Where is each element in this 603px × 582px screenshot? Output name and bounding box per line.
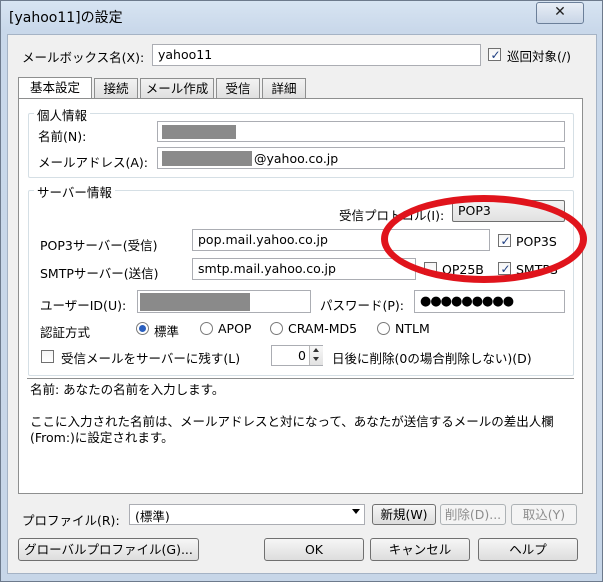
auth-label: 認証方式 bbox=[40, 325, 91, 340]
email-domain: @yahoo.co.jp bbox=[254, 151, 339, 166]
profile-dropdown[interactable]: (標準) bbox=[129, 504, 365, 525]
userid-label: ユーザーID(U): bbox=[40, 298, 127, 313]
ok-button[interactable]: OK bbox=[264, 538, 364, 561]
stepper-up-icon[interactable] bbox=[313, 348, 319, 352]
profile-label: プロファイル(R): bbox=[22, 513, 120, 528]
auth-option-ntlm: NTLM bbox=[395, 321, 430, 336]
description-line-2: ここに入力された名前は、メールアドレスと対になって、あなたが送信するメールの差出… bbox=[30, 414, 554, 429]
window-title: [yahoo11]の設定 bbox=[9, 10, 123, 26]
smtp-server-input[interactable]: smtp.mail.yahoo.co.jp bbox=[192, 258, 416, 280]
redacted-email-user bbox=[162, 151, 252, 166]
redacted-name bbox=[162, 125, 236, 139]
tab-connection[interactable]: 接続 bbox=[94, 78, 138, 98]
import-profile-button[interactable]: 取込(Y) bbox=[511, 504, 577, 525]
auth-option-apop: APOP bbox=[218, 321, 252, 336]
tab-receive[interactable]: 受信 bbox=[216, 78, 260, 98]
patrol-checkbox[interactable]: ✓ bbox=[488, 48, 501, 61]
smtp-server-label: SMTPサーバー(送信) bbox=[40, 266, 159, 281]
password-label: パスワード(P): bbox=[320, 298, 405, 313]
personal-info-title: 個人情報 bbox=[34, 105, 91, 124]
tab-basic[interactable]: 基本設定 bbox=[18, 77, 92, 99]
mailbox-name-label: メールボックス名(X): bbox=[22, 50, 145, 65]
auth-radio-apop[interactable] bbox=[200, 322, 213, 335]
title-bar: [yahoo11]の設定 ✕ bbox=[1, 1, 602, 31]
userid-input[interactable] bbox=[137, 290, 311, 313]
auth-radio-cram-md5[interactable] bbox=[270, 322, 283, 335]
days-stepper[interactable] bbox=[309, 346, 323, 365]
redacted-userid bbox=[140, 293, 250, 311]
leave-on-server-checkbox[interactable] bbox=[41, 350, 54, 363]
stepper-down-icon[interactable] bbox=[313, 357, 319, 361]
tab-details[interactable]: 詳細 bbox=[262, 78, 306, 98]
global-profile-button[interactable]: グローバルプロファイル(G)... bbox=[18, 538, 199, 561]
delete-profile-button[interactable]: 削除(D)... bbox=[440, 504, 506, 525]
profile-value: (標準) bbox=[135, 509, 170, 524]
email-input[interactable]: @yahoo.co.jp bbox=[157, 147, 565, 169]
auth-option-standard: 標準 bbox=[154, 324, 180, 339]
auth-option-cram-md5: CRAM-MD5 bbox=[288, 321, 358, 336]
pop3-server-label: POP3サーバー(受信) bbox=[40, 238, 158, 253]
email-label: メールアドレス(A): bbox=[38, 155, 149, 170]
tab-compose[interactable]: メール作成 bbox=[140, 78, 214, 98]
auth-radio-ntlm[interactable] bbox=[377, 322, 390, 335]
leave-on-server-label: 受信メールをサーバーに残す(L) bbox=[61, 351, 241, 366]
help-description: 名前: あなたの名前を入力します。 ここに入力された名前は、メールアドレスと対に… bbox=[27, 378, 574, 491]
annotation-circle bbox=[381, 195, 587, 283]
close-icon: ✕ bbox=[554, 4, 566, 20]
server-info-title: サーバー情報 bbox=[34, 182, 115, 201]
patrol-label: 巡回対象(/) bbox=[507, 49, 571, 64]
mailbox-name-input[interactable]: yahoo11 bbox=[152, 44, 481, 66]
description-line-1: 名前: あなたの名前を入力します。 bbox=[30, 382, 225, 397]
new-profile-button[interactable]: 新規(W) bbox=[372, 504, 436, 525]
name-label: 名前(N): bbox=[38, 129, 87, 144]
name-input[interactable] bbox=[157, 121, 565, 142]
password-input[interactable]: ●●●●●●●●● bbox=[414, 290, 565, 313]
help-button[interactable]: ヘルプ bbox=[478, 538, 578, 561]
description-line-3: (From:)に設定されます。 bbox=[30, 430, 174, 445]
chevron-down-icon bbox=[352, 509, 360, 514]
check-icon: ✓ bbox=[490, 48, 501, 62]
close-button[interactable]: ✕ bbox=[536, 2, 584, 24]
auth-radio-standard[interactable] bbox=[136, 322, 149, 335]
days-suffix-label: 日後に削除(0の場合削除しない)(D) bbox=[332, 351, 532, 366]
cancel-button[interactable]: キャンセル bbox=[370, 538, 470, 561]
